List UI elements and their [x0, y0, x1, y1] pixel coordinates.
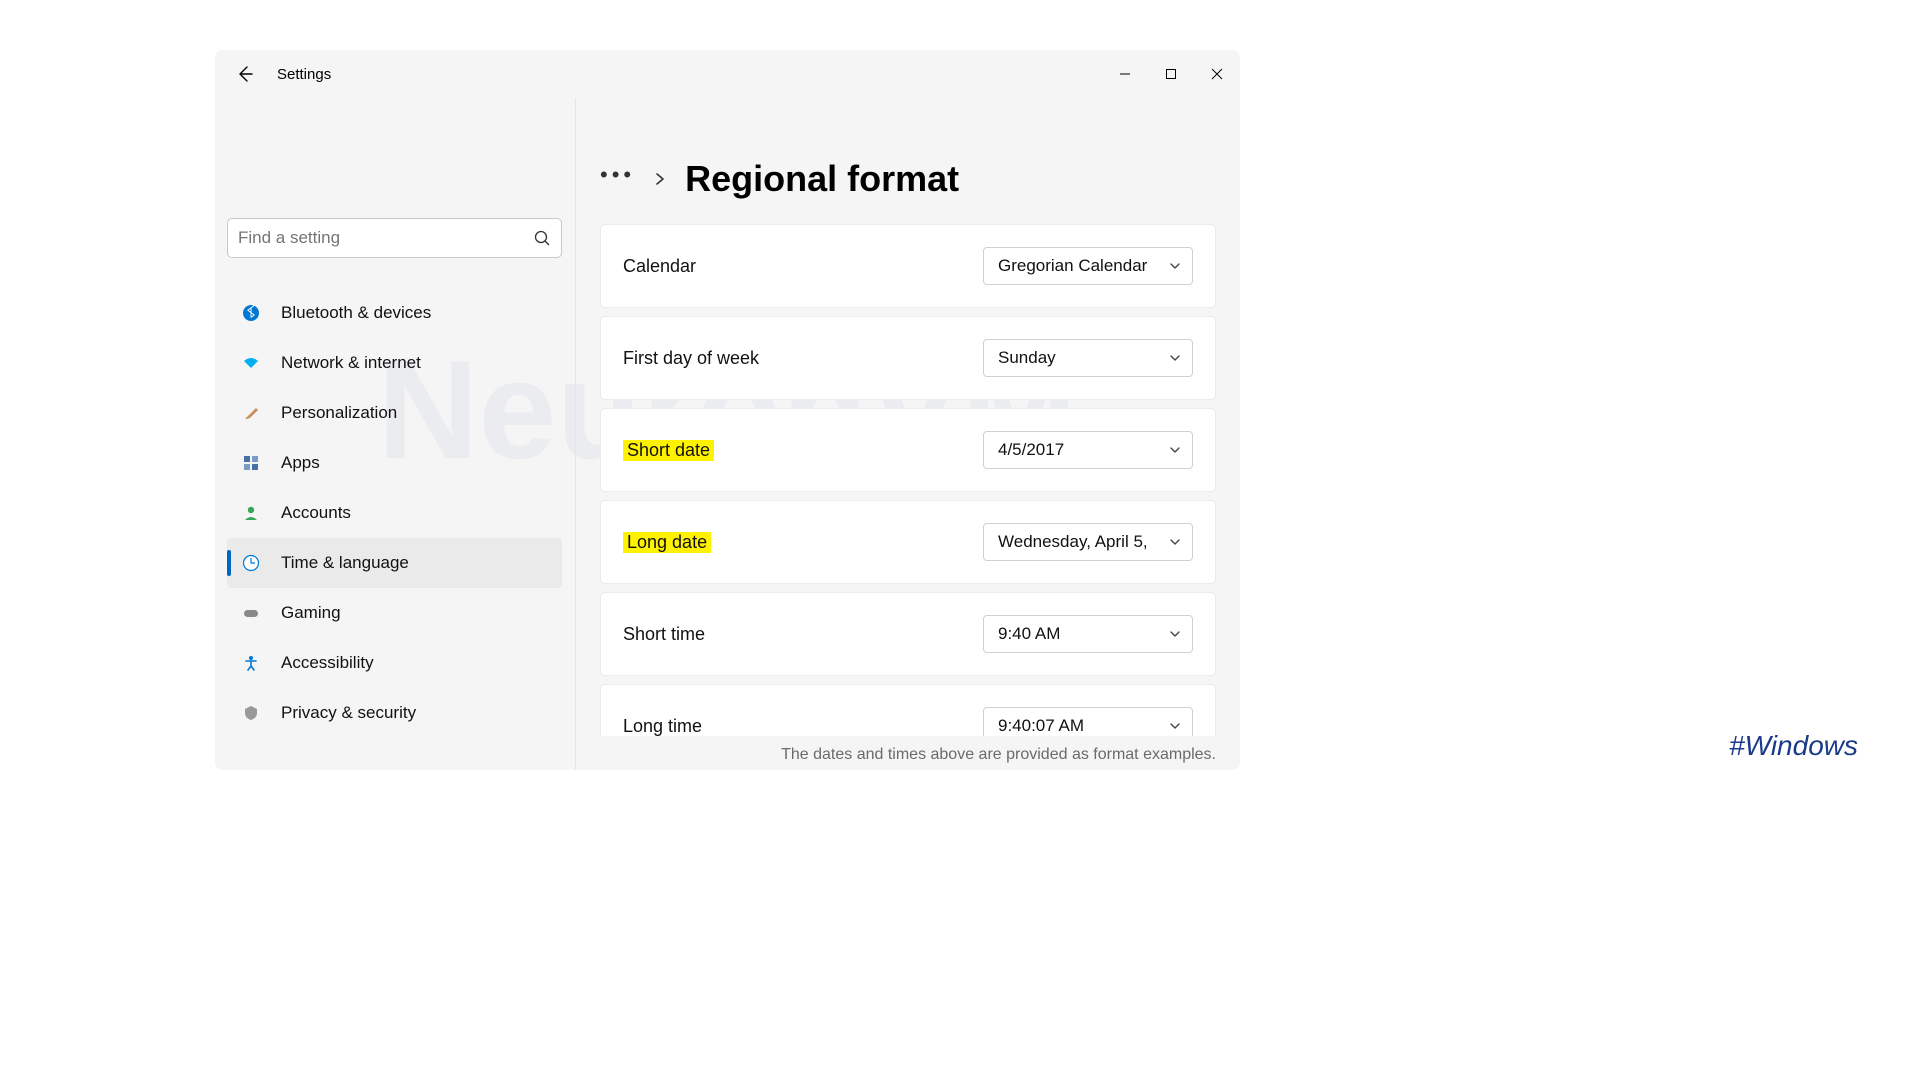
back-button[interactable] [233, 62, 257, 86]
app-title: Settings [277, 66, 331, 83]
maximize-button[interactable] [1148, 54, 1194, 94]
chevron-down-icon [1168, 627, 1182, 641]
chevron-down-icon [1168, 719, 1182, 733]
shield-icon [241, 703, 261, 723]
search-container [227, 218, 562, 258]
search-input[interactable] [238, 228, 534, 248]
setting-label: Calendar [623, 256, 696, 277]
sidebar-item-accounts[interactable]: Accounts [227, 488, 562, 538]
select-value: 9:40:07 AM [998, 716, 1084, 736]
apps-icon [241, 453, 261, 473]
breadcrumb: ••• Regional format [600, 158, 1216, 200]
select-value: Wednesday, April 5, [998, 532, 1148, 552]
settings-window: NeuronVM Settings [215, 50, 1240, 770]
minimize-icon [1119, 68, 1131, 80]
settings-list: Calendar Gregorian Calendar First day of… [600, 224, 1216, 736]
setting-short-time: Short time 9:40 AM [600, 592, 1216, 676]
nav-list: Bluetooth & devices Network & internet P… [227, 288, 562, 738]
sidebar-item-gaming[interactable]: Gaming [227, 588, 562, 638]
close-icon [1211, 68, 1223, 80]
setting-long-date: Long date Wednesday, April 5, [600, 500, 1216, 584]
setting-short-date: Short date 4/5/2017 [600, 408, 1216, 492]
longdate-select[interactable]: Wednesday, April 5, [983, 523, 1193, 561]
select-value: Gregorian Calendar [998, 256, 1147, 276]
setting-label: Short time [623, 624, 705, 645]
window-controls [1102, 54, 1240, 94]
gamepad-icon [241, 603, 261, 623]
shortdate-select[interactable]: 4/5/2017 [983, 431, 1193, 469]
person-icon [241, 503, 261, 523]
clock-globe-icon [241, 553, 261, 573]
setting-first-day: First day of week Sunday [600, 316, 1216, 400]
sidebar-item-label: Accessibility [281, 653, 374, 673]
setting-label: Long date [623, 532, 711, 553]
page-title: Regional format [685, 158, 959, 200]
wifi-icon [241, 353, 261, 373]
firstday-select[interactable]: Sunday [983, 339, 1193, 377]
shorttime-select[interactable]: 9:40 AM [983, 615, 1193, 653]
chevron-right-icon [653, 172, 667, 186]
sidebar-item-accessibility[interactable]: Accessibility [227, 638, 562, 688]
sidebar-item-label: Gaming [281, 603, 341, 623]
chevron-down-icon [1168, 259, 1182, 273]
setting-label: First day of week [623, 348, 759, 369]
select-value: Sunday [998, 348, 1056, 368]
sidebar-item-label: Network & internet [281, 353, 421, 373]
setting-label: Long time [623, 716, 702, 737]
sidebar-item-apps[interactable]: Apps [227, 438, 562, 488]
sidebar-item-network[interactable]: Network & internet [227, 338, 562, 388]
minimize-button[interactable] [1102, 54, 1148, 94]
search-icon [534, 230, 551, 247]
arrow-left-icon [235, 64, 255, 84]
main-content: ••• Regional format Calendar Gregorian C… [575, 98, 1240, 770]
sidebar-item-time-language[interactable]: Time & language [227, 538, 562, 588]
calendar-select[interactable]: Gregorian Calendar [983, 247, 1193, 285]
search-box[interactable] [227, 218, 562, 258]
titlebar: Settings [215, 50, 1240, 98]
longtime-select[interactable]: 9:40:07 AM [983, 707, 1193, 736]
maximize-icon [1165, 68, 1177, 80]
sidebar-item-personalization[interactable]: Personalization [227, 388, 562, 438]
sidebar-item-label: Time & language [281, 553, 409, 573]
sidebar: Bluetooth & devices Network & internet P… [215, 98, 575, 770]
bluetooth-icon [241, 303, 261, 323]
sidebar-item-label: Apps [281, 453, 320, 473]
sidebar-item-bluetooth[interactable]: Bluetooth & devices [227, 288, 562, 338]
setting-label: Short date [623, 440, 714, 461]
select-value: 4/5/2017 [998, 440, 1064, 460]
brush-icon [241, 403, 261, 423]
sidebar-item-label: Bluetooth & devices [281, 303, 431, 323]
sidebar-item-label: Privacy & security [281, 703, 416, 723]
window-body: Bluetooth & devices Network & internet P… [215, 98, 1240, 770]
chevron-down-icon [1168, 351, 1182, 365]
sidebar-item-label: Personalization [281, 403, 397, 423]
close-button[interactable] [1194, 54, 1240, 94]
accessibility-icon [241, 653, 261, 673]
chevron-down-icon [1168, 443, 1182, 457]
chevron-down-icon [1168, 535, 1182, 549]
setting-calendar: Calendar Gregorian Calendar [600, 224, 1216, 308]
sidebar-item-label: Accounts [281, 503, 351, 523]
breadcrumb-more-icon[interactable]: ••• [600, 162, 635, 188]
hashtag-overlay: #Windows [1729, 730, 1858, 762]
titlebar-left: Settings [215, 62, 331, 86]
format-note: The dates and times above are provided a… [600, 746, 1216, 764]
setting-long-time: Long time 9:40:07 AM [600, 684, 1216, 736]
sidebar-item-privacy[interactable]: Privacy & security [227, 688, 562, 738]
select-value: 9:40 AM [998, 624, 1060, 644]
